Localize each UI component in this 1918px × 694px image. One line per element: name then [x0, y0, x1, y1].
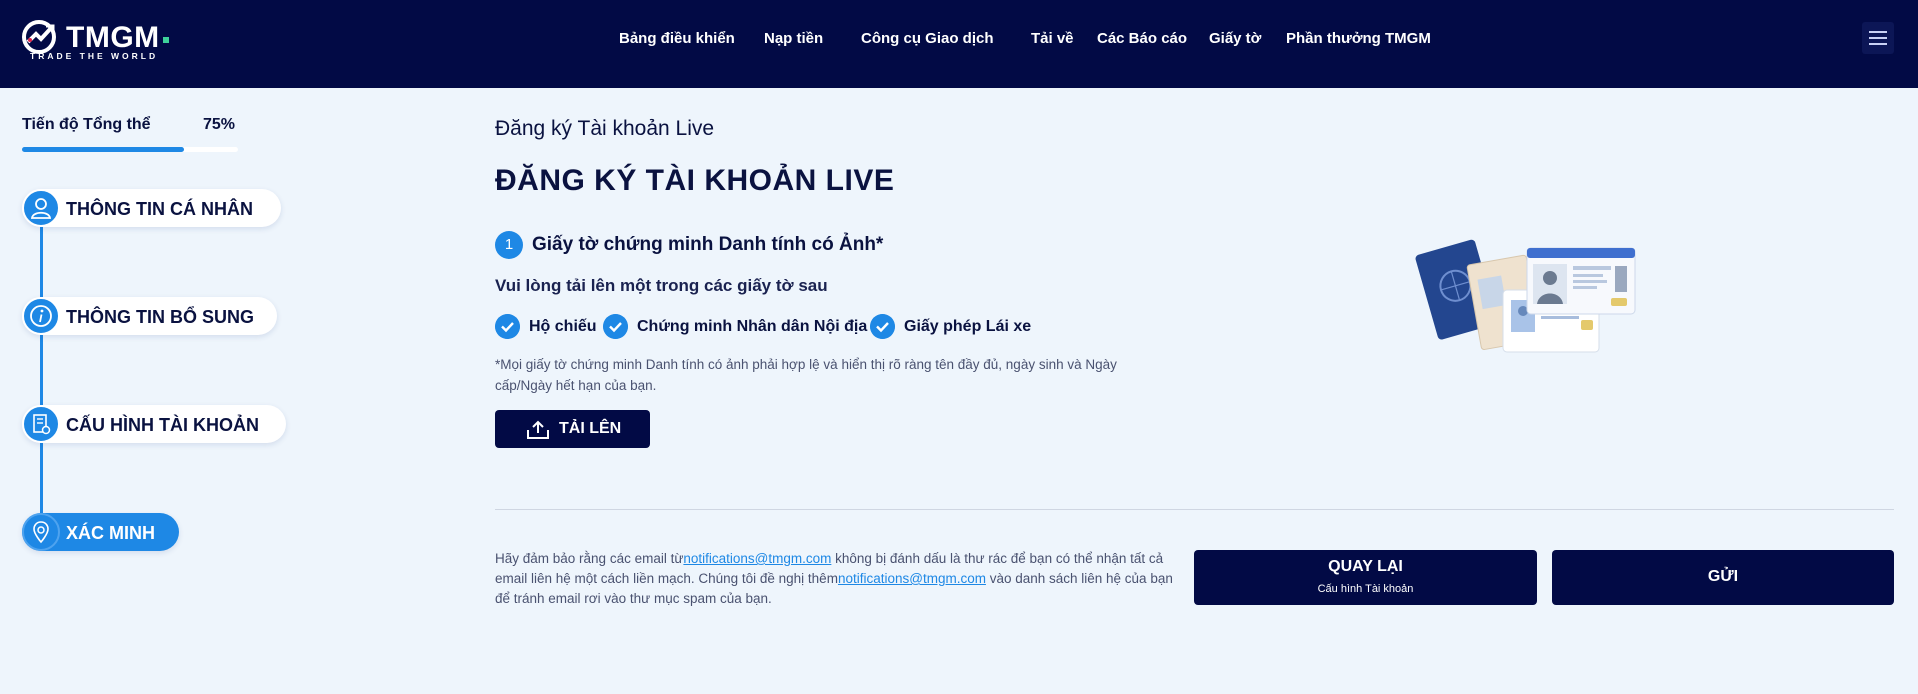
section-divider [495, 509, 1894, 510]
step-label: THÔNG TIN BỔ SUNG [66, 307, 254, 327]
email-link[interactable]: notifications@tmgm.com [838, 571, 986, 586]
step-label: CẤU HÌNH TÀI KHOẢN [66, 415, 259, 435]
step-personal-info[interactable]: THÔNG TIN CÁ NHÂN [22, 189, 281, 227]
upload-button[interactable]: TẢI LÊN [495, 410, 650, 448]
check-icon [603, 314, 628, 339]
section-title: Giấy tờ chứng minh Danh tính có Ảnh* [532, 234, 884, 255]
email-whitelist-note: Hãy đảm bảo rằng các email từnotificatio… [495, 549, 1175, 609]
back-button-label: QUAY LẠI [1328, 558, 1403, 575]
nav-deposit[interactable]: Nạp tiền [764, 30, 823, 47]
brand-dot [163, 37, 169, 43]
step-account-configuration[interactable]: CẤU HÌNH TÀI KHOẢN [22, 405, 286, 443]
submit-button-label: GỬI [1707, 568, 1739, 585]
nav-rewards[interactable]: Phần thưởng TMGM [1286, 30, 1431, 47]
document-requirement-note: *Mọi giấy tờ chứng minh Danh tính có ảnh… [495, 357, 1117, 393]
email-link[interactable]: notifications@tmgm.com [683, 551, 831, 566]
upload-instruction: Vui lòng tải lên một trong các giấy tờ s… [495, 276, 828, 295]
step-connector-line [40, 210, 43, 534]
check-icon [495, 314, 520, 339]
step-label: XÁC MINH [66, 523, 155, 543]
progress-bar-fill [22, 147, 184, 152]
submit-button[interactable]: GỬI [1552, 550, 1894, 605]
step-label: THÔNG TIN CÁ NHÂN [66, 199, 253, 219]
page-subtitle: Đăng ký Tài khoản Live [495, 117, 715, 140]
id-documents-illustration [1415, 239, 1636, 353]
verify-icon [22, 513, 60, 551]
hamburger-menu-icon[interactable] [1862, 22, 1894, 54]
info-icon [22, 297, 60, 335]
upload-button-label: TẢI LÊN [559, 420, 622, 437]
step-verification[interactable]: XÁC MINH [22, 513, 179, 551]
document-label: Giấy phép Lái xe [904, 318, 1032, 335]
document-label: Hộ chiếu [529, 318, 597, 335]
step-additional-info[interactable]: THÔNG TIN BỔ SUNG [22, 297, 277, 335]
progress-bar [22, 147, 238, 152]
progress-percentage: 75% [203, 116, 236, 133]
nav-trading-tools[interactable]: Công cụ Giao dịch [861, 30, 994, 47]
page-title: ĐĂNG KÝ TÀI KHOẢN LIVE [495, 164, 895, 197]
back-button-sublabel: Cấu hình Tài khoản [1317, 583, 1414, 595]
nav-reports[interactable]: Các Báo cáo [1097, 30, 1187, 47]
document-label: Chứng minh Nhân dân Nội địa [637, 318, 868, 335]
brand-tagline: TRADE THE WORLD [30, 51, 159, 61]
nav-documents[interactable]: Giấy tờ [1209, 30, 1261, 47]
tmgm-logo[interactable]: TMGM TRADE THE WORLD [20, 18, 180, 62]
check-icon [870, 314, 895, 339]
top-navigation-bar: TMGM TRADE THE WORLD Bảng điều khiển Nạp… [0, 0, 1918, 88]
upload-icon [527, 420, 549, 439]
nav-dashboard[interactable]: Bảng điều khiển [619, 30, 735, 47]
nav-downloads[interactable]: Tải về [1031, 30, 1074, 47]
footer-note-text: Hãy đảm bảo rằng các email từ [495, 551, 684, 566]
user-icon [22, 189, 60, 227]
section-number-badge: 1 [495, 231, 523, 259]
document-settings-icon [22, 405, 60, 443]
driver-license-card-icon [1526, 247, 1636, 315]
progress-label: Tiến độ Tổng thể [22, 116, 151, 133]
back-button[interactable]: QUAY LẠI Cấu hình Tài khoản [1194, 550, 1537, 605]
